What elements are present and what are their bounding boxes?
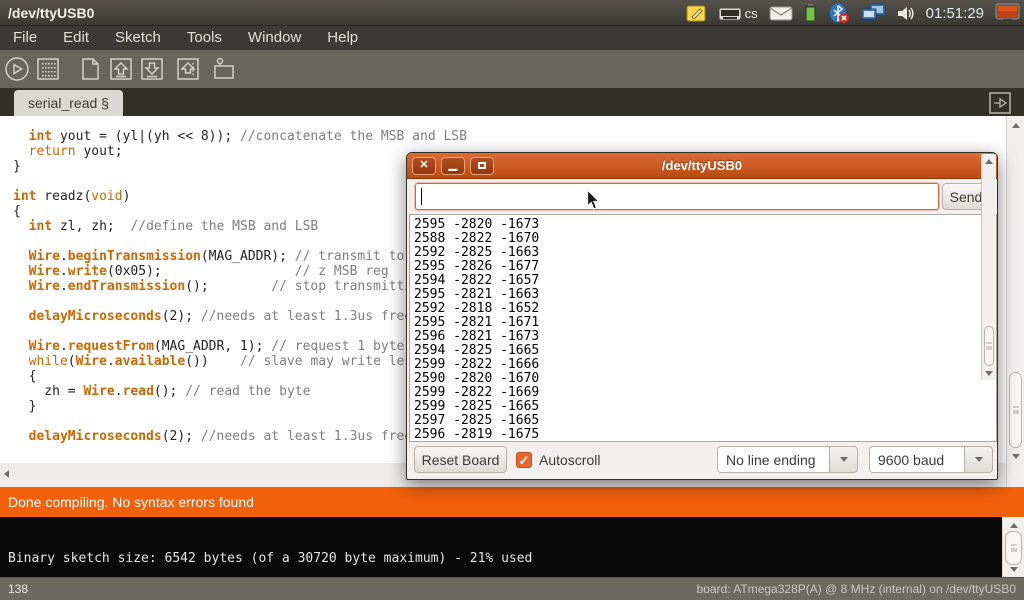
baud-rate-value: 9600 baud [869, 446, 964, 473]
serial-data-line: 2595 -2820 -1673 [414, 218, 996, 232]
scroll-down-icon[interactable] [1010, 567, 1018, 572]
compile-status-bar: Done compiling. No syntax errors found [0, 487, 1024, 517]
serial-data-line: 2596 -2821 -1673 [414, 330, 996, 344]
scroll-left-icon[interactable] [4, 470, 9, 478]
clock[interactable]: 01:51:29 [926, 5, 984, 22]
serial-data-line: 2595 -2826 -1677 [414, 260, 996, 274]
serial-monitor-button[interactable] [210, 55, 238, 83]
serial-data-line: 2597 -2825 -1665 [414, 414, 996, 428]
menu-sketch[interactable]: Sketch [102, 26, 174, 50]
volume-icon[interactable] [897, 0, 915, 26]
stop-button[interactable] [34, 55, 62, 83]
serial-data-line: 2599 -2825 -1665 [414, 400, 996, 414]
compile-status-message: Done compiling. No syntax errors found [8, 494, 254, 510]
open-button[interactable] [107, 55, 135, 83]
menu-window[interactable]: Window [235, 26, 314, 50]
menu-tools[interactable]: Tools [174, 26, 235, 50]
tab-menu-icon[interactable] [988, 91, 1012, 115]
scrollbar-thumb[interactable] [1009, 372, 1022, 448]
autoscroll-label: Autoscroll [539, 452, 600, 468]
line-number: 138 [8, 582, 28, 596]
save-button[interactable] [138, 55, 166, 83]
tab-serial-read[interactable]: serial_read § [14, 90, 123, 116]
system-tray: cs 01:51:29 [686, 0, 1020, 26]
serial-data-line: 2594 -2825 -1665 [414, 344, 996, 358]
serial-data-line: 2592 -2818 -1652 [414, 302, 996, 316]
scroll-up-icon[interactable] [1010, 523, 1018, 528]
menubar: FileEditSketchToolsWindowHelp [0, 26, 1024, 50]
mouse-cursor [586, 189, 601, 211]
baud-rate-select[interactable]: 9600 baud [869, 446, 993, 473]
chevron-down-icon[interactable] [964, 446, 993, 473]
menu-edit[interactable]: Edit [50, 26, 102, 50]
mail-icon[interactable] [769, 0, 793, 26]
chevron-down-icon[interactable] [829, 446, 858, 473]
serial-data-line: 2595 -2821 -1671 [414, 316, 996, 330]
autoscroll-checkbox[interactable]: ✓ [516, 452, 532, 468]
menu-file[interactable]: File [0, 26, 50, 50]
serial-monitor-title: /dev/ttyUSB0 [407, 158, 997, 173]
serial-data-line: 2599 -2822 -1669 [414, 386, 996, 400]
minimize-icon[interactable]: ▁ [441, 157, 465, 175]
network-icon[interactable] [861, 0, 886, 26]
line-ending-select[interactable]: No line ending [717, 446, 858, 473]
serial-data-line: 2595 -2821 -1663 [414, 288, 996, 302]
text-caret [421, 188, 422, 205]
menu-help[interactable]: Help [314, 26, 371, 50]
serial-data-line: 2599 -2822 -1666 [414, 358, 996, 372]
upload-button[interactable] [174, 55, 202, 83]
arduino-ide-screen: /dev/ttyUSB0 cs 01:5 [0, 0, 1024, 600]
battery-icon[interactable] [804, 0, 817, 26]
serial-monitor-controls: Reset Board ✓ Autoscroll No line ending … [407, 445, 997, 479]
serial-send-input[interactable] [415, 183, 939, 210]
board-info: board: ATmega328P(A) @ 8 MHz (internal) … [697, 582, 1016, 596]
scroll-down-icon[interactable] [985, 371, 993, 376]
build-console: Binary sketch size: 6542 bytes (of a 307… [0, 517, 1002, 577]
serial-vscrollbar[interactable] [981, 154, 996, 380]
toolbar [0, 50, 1024, 88]
scroll-down-icon[interactable] [1012, 454, 1020, 459]
tab-label: serial_read § [28, 95, 109, 111]
keyboard-layout-icon[interactable]: cs [718, 0, 758, 26]
new-button[interactable] [76, 55, 104, 83]
scroll-up-icon[interactable] [1012, 123, 1020, 128]
maximize-icon[interactable] [470, 157, 494, 175]
reset-board-button[interactable]: Reset Board [414, 446, 507, 473]
system-top-panel: /dev/ttyUSB0 cs 01:5 [0, 0, 1024, 26]
code-line: int yout = (yl|(yh << 8)); //concatenate… [13, 129, 1006, 144]
editor-vscrollbar[interactable] [1006, 116, 1024, 487]
close-icon[interactable]: ✕ [412, 157, 436, 175]
keyboard-layout-label: cs [745, 6, 758, 21]
console-vscrollbar[interactable] [1002, 517, 1024, 577]
console-output: Binary sketch size: 6542 bytes (of a 307… [8, 551, 532, 566]
scroll-up-icon[interactable] [985, 159, 993, 164]
bluetooth-icon[interactable] [828, 0, 850, 26]
serial-data-line: 2596 -2819 -1675 [414, 428, 996, 442]
scrollbar-thumb[interactable] [984, 326, 994, 366]
serial-output-area[interactable]: 2595 -2820 -16732588 -2822 -16702592 -28… [409, 214, 997, 442]
line-ending-value: No line ending [717, 446, 829, 473]
serial-data-line: 2592 -2825 -1663 [414, 246, 996, 260]
ide-status-bar: 138 board: ATmega328P(A) @ 8 MHz (intern… [0, 577, 1024, 600]
verify-button[interactable] [3, 55, 31, 83]
active-window-title: /dev/ttyUSB0 [8, 5, 94, 21]
serial-monitor-window: /dev/ttyUSB0 ✕ ▁ Send 2595 -2820 -167325… [406, 152, 998, 480]
session-icon[interactable] [995, 0, 1020, 26]
serial-data-line: 2594 -2822 -1657 [414, 274, 996, 288]
note-icon[interactable] [686, 0, 707, 26]
serial-monitor-titlebar[interactable]: /dev/ttyUSB0 ✕ ▁ [407, 153, 997, 179]
serial-data-line: 2588 -2822 -1670 [414, 232, 996, 246]
scrollbar-thumb[interactable] [1005, 531, 1022, 565]
serial-data-line: 2590 -2820 -1670 [414, 372, 996, 386]
tab-strip: serial_read § [0, 88, 1024, 116]
